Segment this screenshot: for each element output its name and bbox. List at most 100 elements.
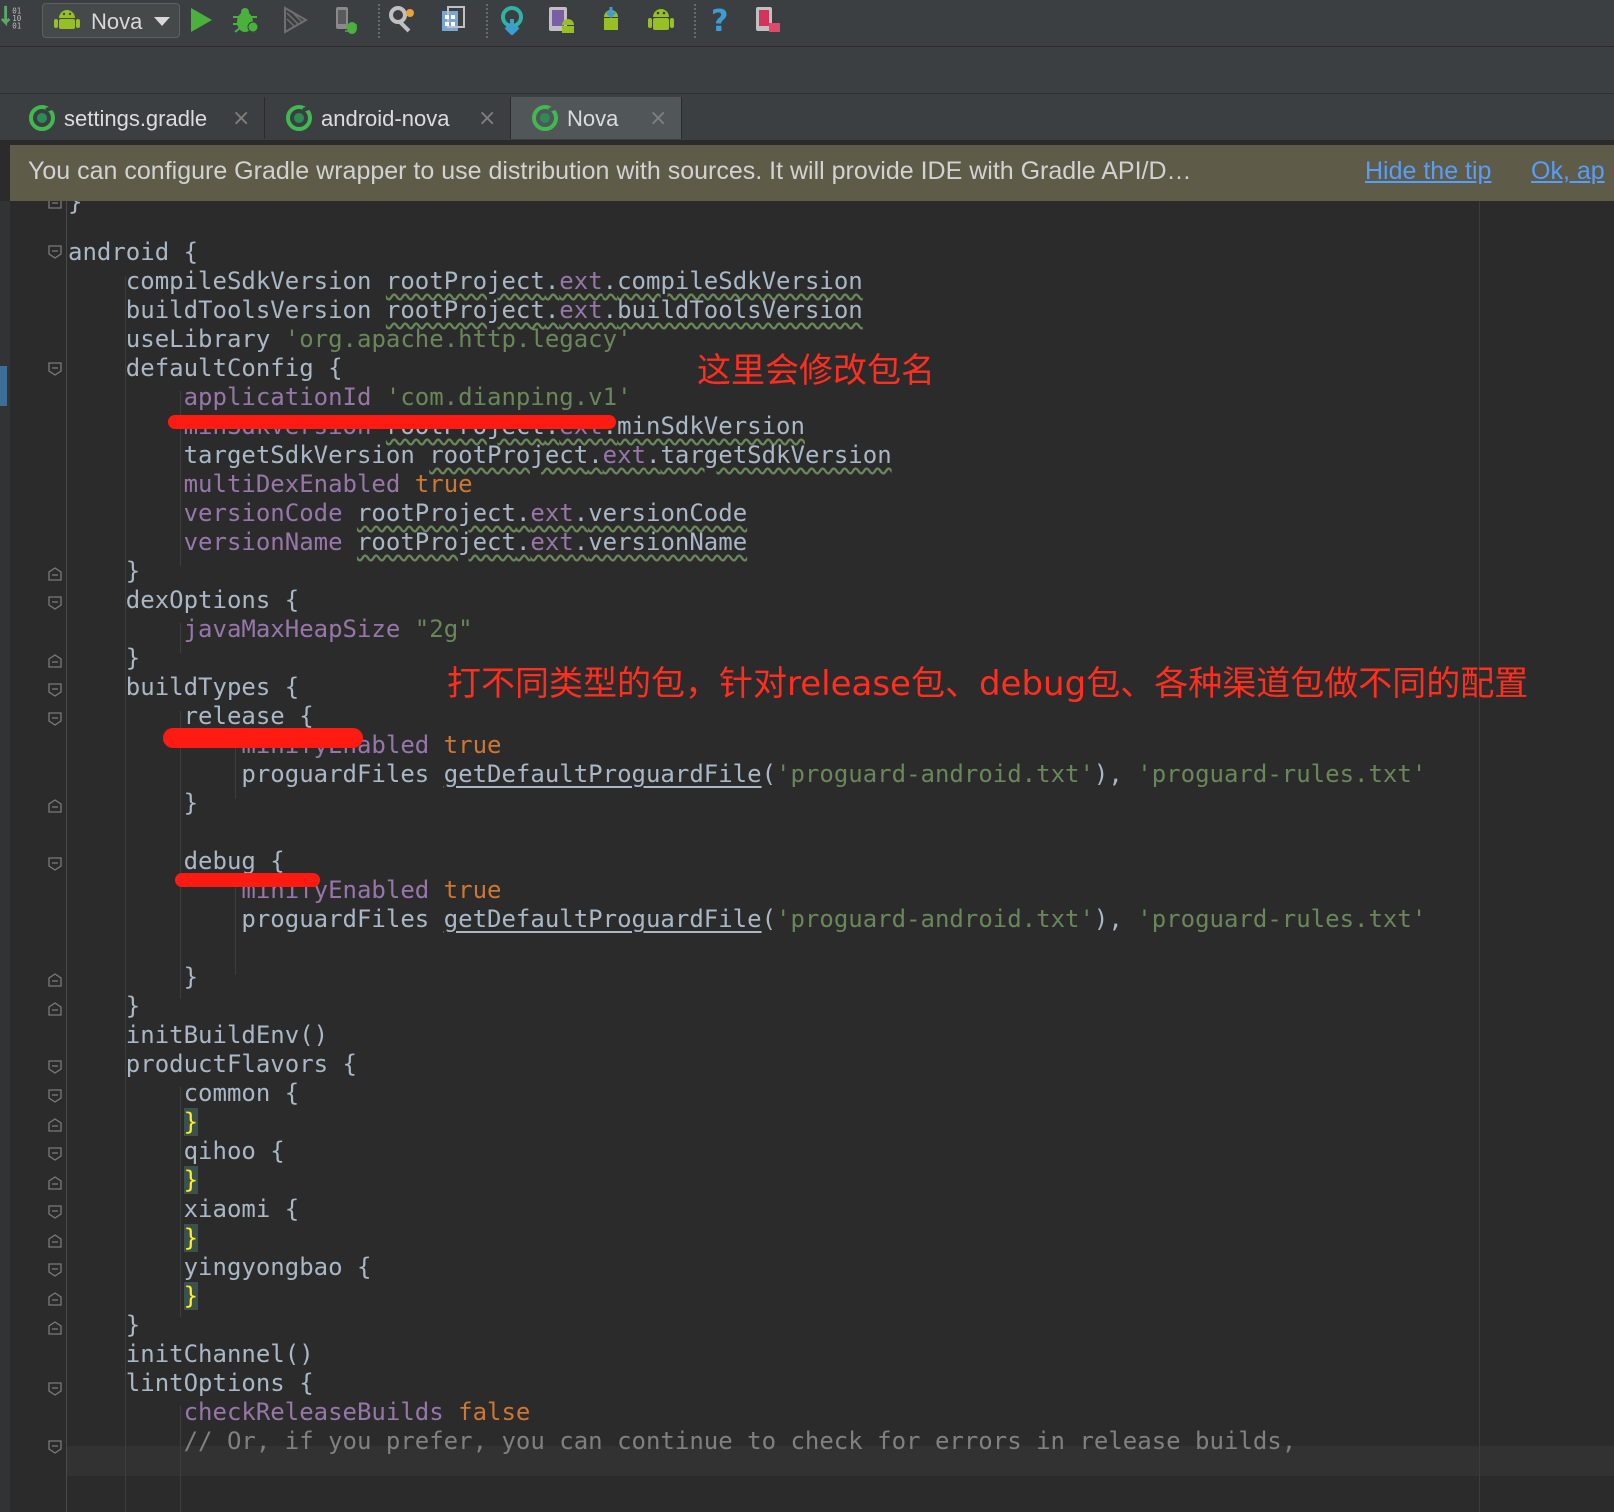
code-token: . [646, 441, 661, 469]
code-token: compileSdkVersion [617, 267, 863, 295]
close-icon[interactable]: × [232, 106, 250, 131]
fold-start-icon[interactable] [48, 1089, 62, 1103]
fold-end-icon[interactable] [48, 1176, 62, 1190]
gutter-divider [66, 201, 67, 1512]
code-token: 'proguard-android.txt' [776, 760, 1094, 788]
fold-end-icon[interactable] [48, 654, 62, 668]
code-line: proguardFiles getDefaultProguardFile('pr… [68, 904, 1426, 934]
code-token: ext [559, 296, 603, 324]
code-token: javaMaxHeapSize [68, 615, 401, 643]
code-token: ( [761, 760, 777, 788]
code-line: initChannel() [68, 1339, 314, 1369]
code-editor[interactable]: } android { compileSdkVersion rootProjec… [10, 201, 1614, 1512]
code-line: common { [68, 1078, 300, 1108]
fold-start-icon[interactable] [48, 1205, 62, 1219]
attach-debugger-icon[interactable] [330, 5, 360, 35]
fold-end-icon[interactable] [48, 799, 62, 813]
code-line: } [68, 1310, 140, 1340]
tab-nova[interactable]: Nova × [511, 97, 682, 139]
package-name-annotation: 这里会修改包名 [697, 351, 935, 391]
code-line: } [68, 201, 82, 217]
code-line: proguardFiles getDefaultProguardFile('pr… [68, 759, 1426, 789]
code-line: } [68, 788, 198, 818]
fold-start-icon[interactable] [48, 362, 62, 376]
fold-end-icon[interactable] [48, 1234, 62, 1248]
code-token: productFlavors { [68, 1050, 357, 1078]
fold-start-icon[interactable] [48, 1147, 62, 1161]
code-token: 'proguard-rules.txt' [1137, 760, 1427, 788]
fold-start-icon[interactable] [48, 1440, 62, 1454]
svg-text:01: 01 [12, 21, 21, 30]
avd-manager-icon[interactable] [546, 5, 576, 35]
code-line: buildTypes { [68, 672, 299, 702]
code-token: android { [68, 238, 199, 266]
red-underline-annotation [168, 415, 616, 429]
fold-end-icon[interactable] [48, 567, 62, 581]
code-token: qihoo { [68, 1137, 285, 1165]
fold-end-icon[interactable] [48, 1321, 62, 1335]
tab-android-nova[interactable]: android-nova × [265, 97, 511, 139]
fold-end-icon[interactable] [48, 1118, 62, 1132]
fold-end-icon[interactable] [48, 201, 62, 209]
code-token: } [68, 992, 141, 1020]
run-icon[interactable] [186, 5, 216, 35]
code-token: release { [68, 702, 314, 730]
code-token: initChannel() [68, 1340, 314, 1368]
tab-label: Nova [567, 106, 619, 131]
code-line: } [68, 556, 140, 586]
left-tool-strip [0, 201, 10, 1512]
code-token: } [183, 1282, 199, 1310]
fold-end-icon[interactable] [48, 1002, 62, 1016]
toolbar-separator [378, 4, 380, 38]
close-icon[interactable]: × [649, 106, 667, 131]
hide-tip-link[interactable]: Hide the tip [1365, 157, 1491, 186]
code-line: versionName rootProject.ext.versionName [68, 527, 748, 557]
code-token: . [588, 441, 603, 469]
code-token: buildToolsVersion [617, 296, 863, 324]
code-token: yingyongbao { [68, 1253, 372, 1281]
ok-apply-link[interactable]: Ok, ap [1531, 157, 1605, 186]
make-project-icon[interactable]: 01 10 01 [0, 3, 32, 33]
project-structure-icon[interactable] [388, 5, 418, 35]
tab-settings-gradle[interactable]: settings.gradle × [8, 97, 265, 139]
navigation-bar [0, 47, 1614, 94]
fold-start-icon[interactable] [48, 1382, 62, 1396]
code-token: versionCode [68, 499, 357, 527]
code-token: targetSdkVersion [68, 441, 430, 469]
code-line: } [68, 991, 140, 1021]
fold-start-icon[interactable] [48, 1060, 62, 1074]
fold-start-icon[interactable] [48, 712, 62, 726]
sdk-manager-icon[interactable] [438, 5, 468, 35]
fold-end-icon[interactable] [48, 973, 62, 987]
code-line: } [68, 643, 140, 673]
fold-start-icon[interactable] [48, 683, 62, 697]
fold-start-icon[interactable] [48, 1263, 62, 1277]
code-token: } [183, 1224, 199, 1252]
sync-gradle-icon[interactable] [497, 5, 527, 35]
close-icon[interactable]: × [478, 106, 496, 131]
fold-end-icon[interactable] [48, 1292, 62, 1306]
android-icon[interactable] [646, 5, 676, 35]
debug-icon[interactable] [230, 5, 260, 35]
code-line: versionCode rootProject.ext.versionCode [68, 498, 748, 528]
help-icon[interactable]: ? [704, 5, 734, 35]
gradle-file-icon [285, 104, 313, 132]
fold-start-icon[interactable] [48, 596, 62, 610]
run-configuration-selector[interactable]: Nova [42, 3, 180, 38]
code-token: } [183, 1108, 199, 1136]
tab-label: android-nova [321, 106, 450, 131]
code-token: debug { [68, 847, 285, 875]
fold-start-icon[interactable] [48, 857, 62, 871]
left-strip-marker [0, 366, 7, 406]
run-configuration-label: Nova [91, 9, 143, 34]
fold-start-icon[interactable] [48, 245, 62, 259]
coverage-icon[interactable] [280, 5, 310, 35]
code-token: 'proguard-rules.txt' [1137, 905, 1427, 933]
code-token: true [429, 731, 502, 759]
code-token: . [573, 499, 589, 527]
android-sdk-download-icon[interactable] [596, 5, 626, 35]
device-monitor-icon[interactable] [752, 5, 782, 35]
